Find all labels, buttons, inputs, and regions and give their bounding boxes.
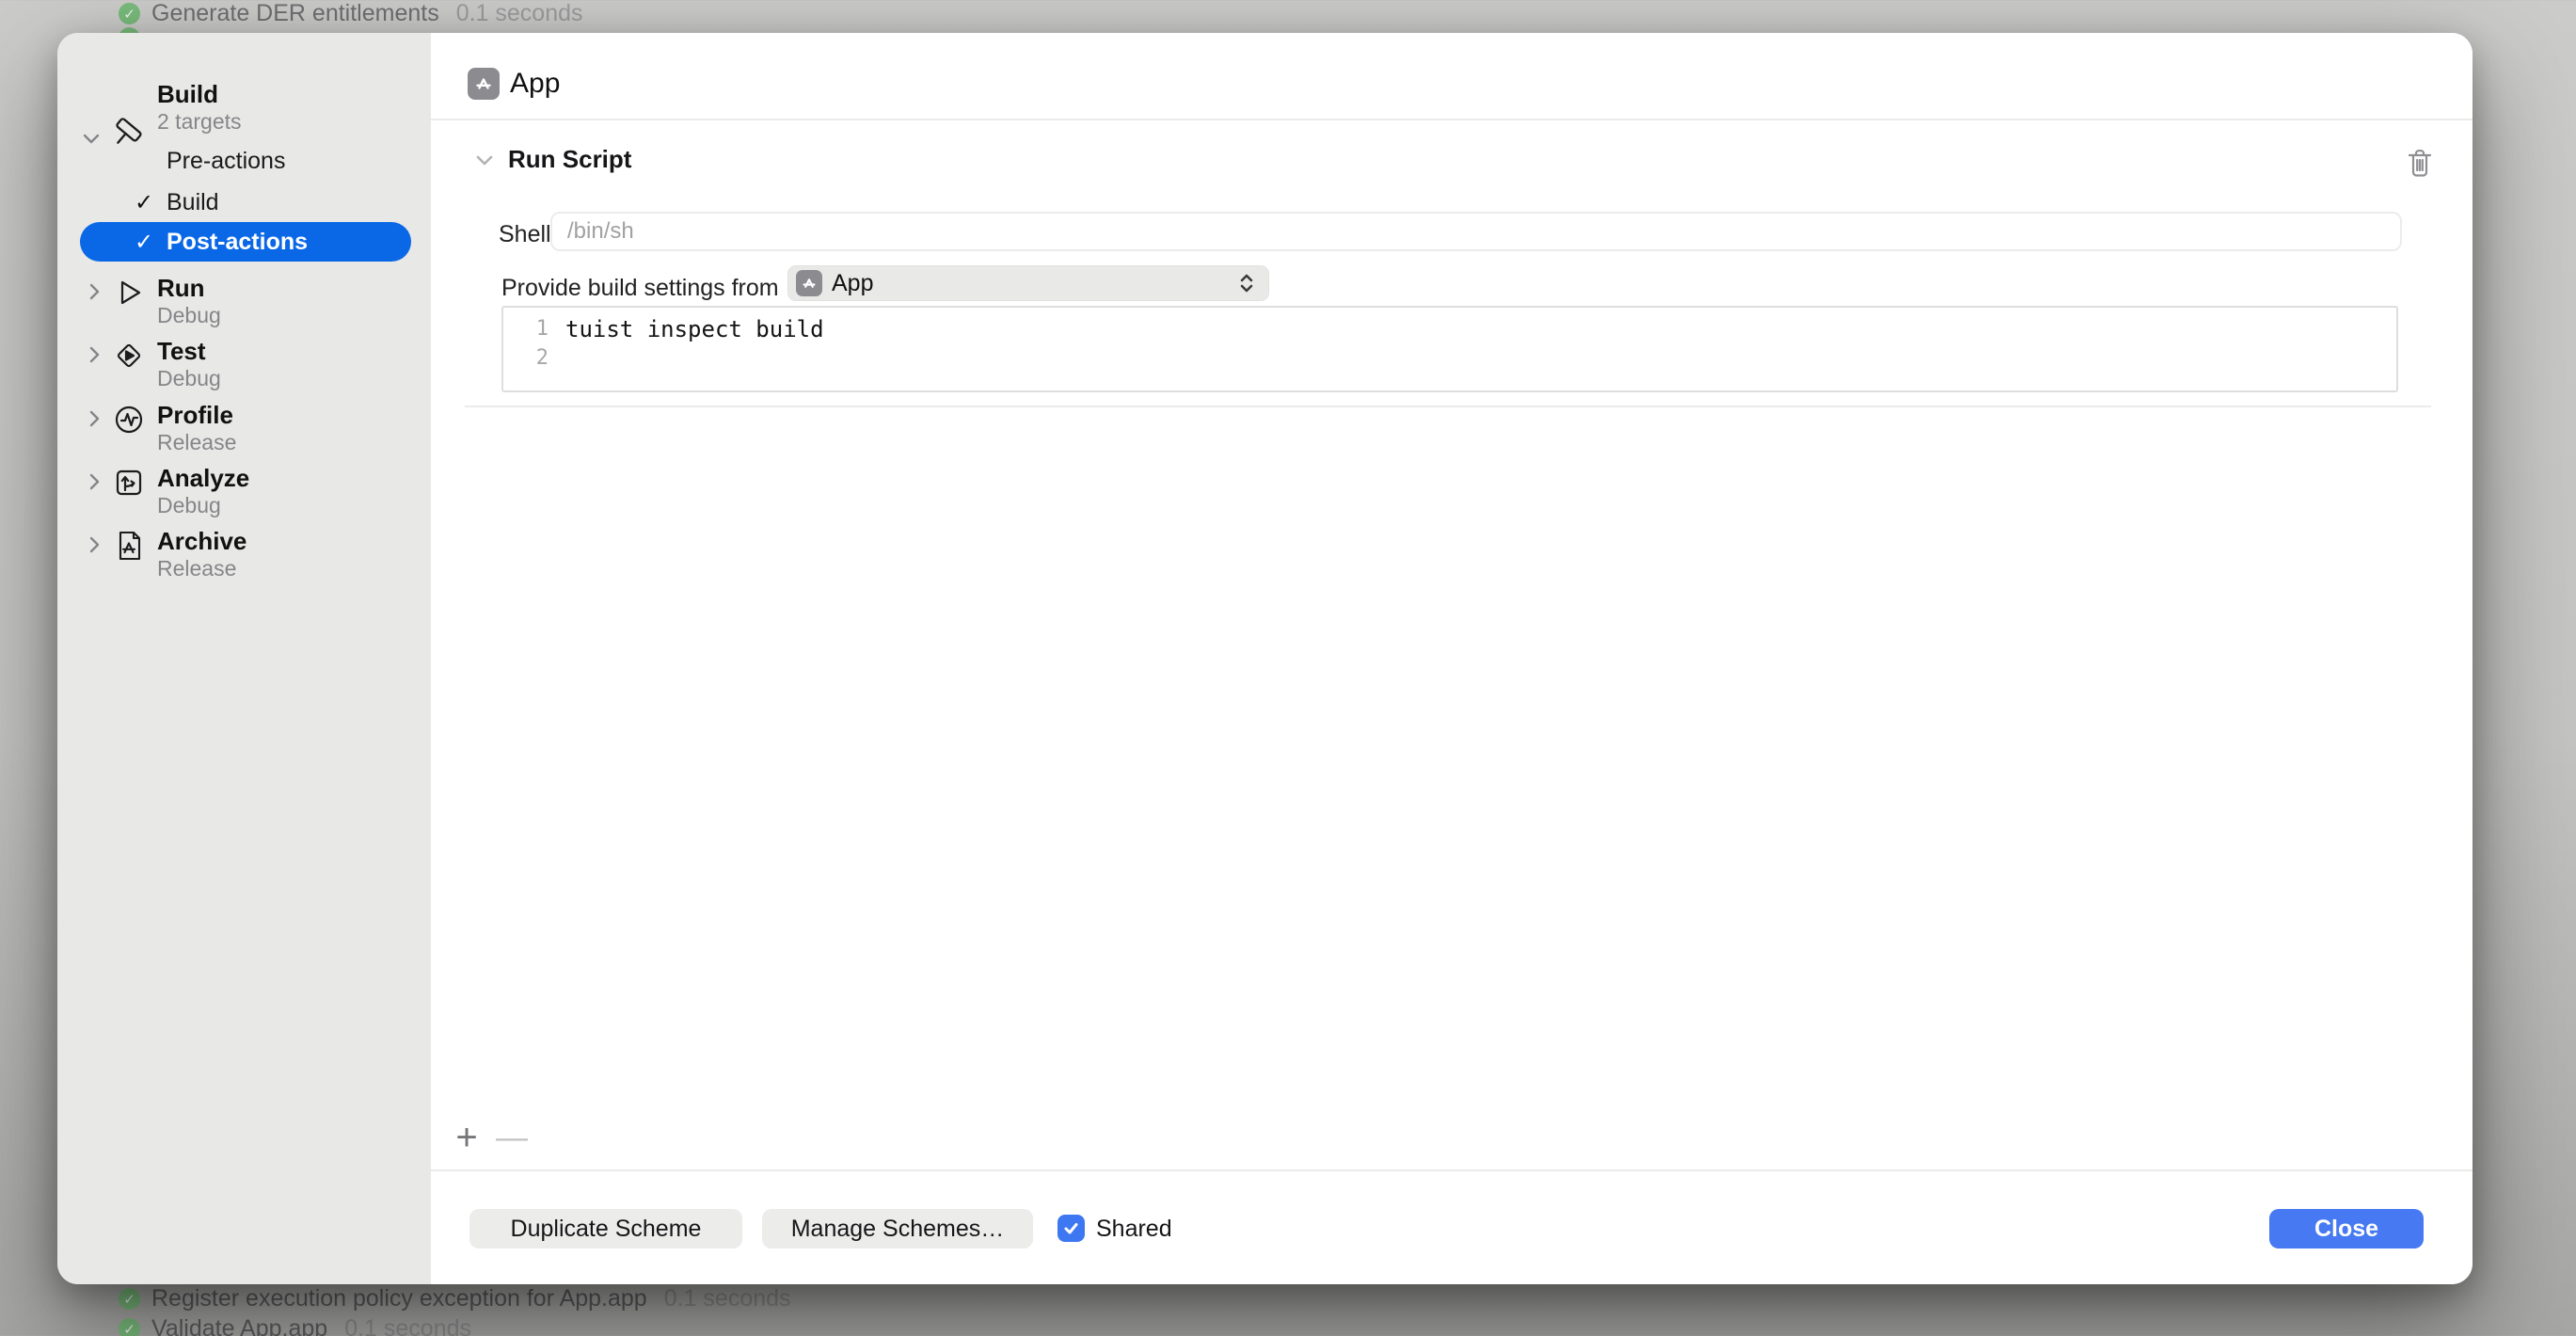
scheme-actions-sidebar: Build 2 targets Pre-actions ✓ Build ✓ Po… (57, 33, 431, 1284)
delete-script-button[interactable] (2399, 142, 2441, 183)
chevron-right-icon[interactable] (84, 534, 104, 555)
checkmark-icon (1062, 1219, 1080, 1237)
chevron-right-icon[interactable] (84, 471, 104, 492)
sidebar-item-run[interactable]: Run (157, 274, 205, 302)
play-icon (112, 276, 148, 311)
popup-selected-value: App (832, 270, 1236, 297)
build-settings-target-popup[interactable]: App (787, 265, 1269, 301)
log-row: ✓ Validate App.app 0.1 seconds (119, 1315, 471, 1336)
manage-schemes-button[interactable]: Manage Schemes… (762, 1209, 1033, 1249)
sidebar-item-build-subtitle: 2 targets (157, 109, 242, 135)
add-action-button[interactable]: + (444, 1117, 489, 1159)
sidebar-item-label: Post-actions (167, 229, 308, 256)
shared-checkbox[interactable] (1057, 1215, 1085, 1242)
remove-action-button[interactable]: — (489, 1120, 534, 1156)
up-down-chevrons-icon (1236, 271, 1257, 295)
archive-icon (112, 529, 148, 565)
sidebar-item-archive-subtitle: Release (157, 556, 236, 581)
sidebar-item-label: Pre-actions (167, 148, 285, 175)
script-line: 1 tuist inspect build (503, 314, 2396, 343)
log-row-label: Generate DER entitlements (151, 0, 439, 27)
sidebar-item-test[interactable]: Test (157, 337, 206, 365)
trash-icon (2404, 146, 2436, 180)
test-diamond-icon (112, 339, 148, 374)
log-row-duration: 0.1 seconds (664, 1285, 791, 1312)
success-check-icon: ✓ (119, 1318, 140, 1336)
sidebar-item-analyze[interactable]: Analyze (157, 464, 249, 492)
checkmark-icon: ✓ (135, 189, 167, 216)
log-row: ✓ Register execution policy exception fo… (119, 1285, 791, 1312)
shell-label: Shell (499, 221, 551, 248)
log-row-duration: 0.1 seconds (456, 0, 583, 27)
sidebar-item-archive[interactable]: Archive (157, 527, 246, 555)
script-line: 2 (503, 343, 2396, 373)
success-check-icon: ✓ (119, 1288, 140, 1310)
sidebar-item-profile-subtitle: Release (157, 430, 236, 455)
footer-divider (431, 1169, 2473, 1171)
log-row-label: Register execution policy exception for … (151, 1285, 647, 1312)
script-editor[interactable]: 1 tuist inspect build 2 (501, 306, 2398, 392)
edit-scheme-dialog: Build 2 targets Pre-actions ✓ Build ✓ Po… (57, 33, 2473, 1284)
sidebar-item-build[interactable]: Build (157, 80, 218, 108)
shared-checkbox-label: Shared (1096, 1216, 1172, 1243)
section-divider (465, 406, 2431, 407)
sidebar-item-analyze-subtitle: Debug (157, 493, 221, 518)
scheme-detail-panel: App Run Script Shell /bin/sh Provide bui… (431, 33, 2473, 1284)
profile-pulse-icon (112, 403, 148, 438)
sidebar-item-post-actions-selected[interactable]: ✓ Post-actions (80, 222, 411, 262)
chevron-right-icon[interactable] (84, 281, 104, 302)
success-check-icon: ✓ (119, 3, 140, 24)
sidebar-item-run-subtitle: Debug (157, 303, 221, 328)
chevron-right-icon[interactable] (84, 408, 104, 429)
scheme-target-title: App (510, 68, 560, 100)
log-row-duration: 0.1 seconds (344, 1315, 471, 1336)
sidebar-item-label: Build (167, 189, 219, 216)
script-code: tuist inspect build (565, 316, 824, 342)
app-target-icon (796, 270, 822, 296)
analyze-icon (112, 466, 148, 501)
header-divider (431, 119, 2473, 120)
duplicate-scheme-button[interactable]: Duplicate Scheme (469, 1209, 742, 1249)
sidebar-item-test-subtitle: Debug (157, 366, 221, 391)
line-number: 2 (503, 346, 549, 370)
app-target-icon (468, 68, 500, 100)
sidebar-item-profile[interactable]: Profile (157, 401, 233, 429)
log-row: ✓ Generate DER entitlements 0.1 seconds (119, 0, 583, 27)
sidebar-item-build-step[interactable]: ✓ Build (135, 185, 219, 219)
provide-build-settings-label: Provide build settings from (501, 275, 779, 302)
shell-input[interactable]: /bin/sh (550, 212, 2402, 251)
checkmark-icon: ✓ (135, 229, 167, 256)
chevron-down-icon[interactable] (472, 148, 497, 172)
run-script-section-title: Run Script (508, 145, 631, 174)
chevron-right-icon[interactable] (84, 344, 104, 365)
line-number: 1 (503, 317, 549, 341)
shell-input-value: /bin/sh (567, 218, 634, 245)
close-button[interactable]: Close (2269, 1209, 2424, 1249)
log-row-label: Validate App.app (151, 1315, 327, 1336)
chevron-down-icon[interactable] (80, 127, 103, 150)
sidebar-item-pre-actions[interactable]: Pre-actions (135, 144, 285, 178)
